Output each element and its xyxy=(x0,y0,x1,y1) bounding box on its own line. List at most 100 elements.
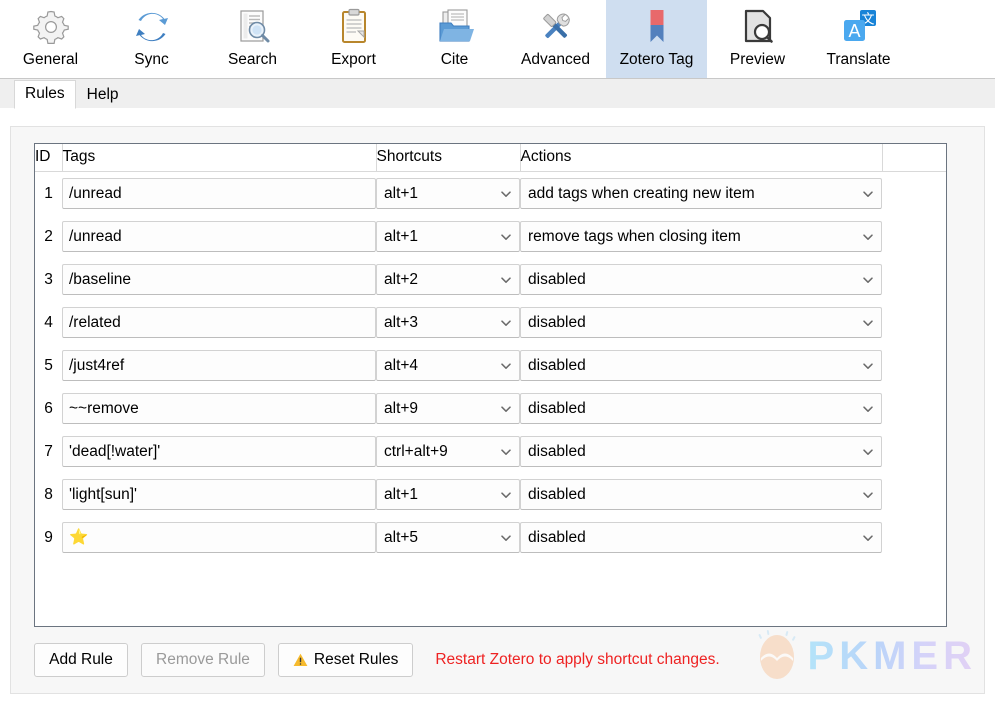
tag-input[interactable] xyxy=(62,307,376,338)
table-row: 1 alt+1 add tags when creating new item xyxy=(35,172,946,216)
rule-id-cell: 6 xyxy=(44,399,53,417)
action-select[interactable]: disabled xyxy=(520,522,882,553)
toolbar-tab-advanced[interactable]: Advanced xyxy=(505,0,606,78)
shortcut-value: alt+1 xyxy=(384,184,419,202)
toolbar-tab-zotero-tag[interactable]: Zotero Tag xyxy=(606,0,707,78)
action-value: disabled xyxy=(528,270,586,288)
rule-id-cell: 8 xyxy=(44,485,53,503)
toolbar-tab-label: Sync xyxy=(134,51,169,68)
table-row: 7 ctrl+alt+9 disabled xyxy=(35,430,946,473)
action-select[interactable]: disabled xyxy=(520,436,882,467)
action-value: remove tags when closing item xyxy=(528,227,741,245)
shortcut-select[interactable]: alt+1 xyxy=(376,221,520,252)
shortcut-select[interactable]: alt+2 xyxy=(376,264,520,295)
rule-id-cell: 4 xyxy=(44,313,53,331)
row-spacer-cell xyxy=(882,215,946,258)
toolbar-tab-cite[interactable]: Cite xyxy=(404,0,505,78)
tools-icon xyxy=(534,5,578,49)
tag-input[interactable] xyxy=(62,264,376,295)
shortcut-select[interactable]: ctrl+alt+9 xyxy=(376,436,520,467)
rule-id-cell: 1 xyxy=(44,184,53,202)
action-select[interactable]: remove tags when closing item xyxy=(520,221,882,252)
restart-warning-text: Restart Zotero to apply shortcut changes… xyxy=(435,651,720,668)
clipboard-icon xyxy=(332,5,376,49)
sync-icon xyxy=(130,5,174,49)
shortcut-value: alt+2 xyxy=(384,270,419,288)
action-value: add tags when creating new item xyxy=(528,184,755,202)
tag-input[interactable] xyxy=(62,178,376,209)
toolbar-tab-label: Search xyxy=(227,51,278,68)
rule-id-cell: 5 xyxy=(44,356,53,374)
toolbar-tab-label: Zotero Tag xyxy=(619,51,694,68)
shortcut-select[interactable]: alt+9 xyxy=(376,393,520,424)
tab-help[interactable]: Help xyxy=(76,81,130,109)
table-row: 3 alt+2 disabled xyxy=(35,258,946,301)
action-select[interactable]: add tags when creating new item xyxy=(520,178,882,209)
shortcut-select[interactable]: alt+1 xyxy=(376,178,520,209)
shortcut-select[interactable]: alt+3 xyxy=(376,307,520,338)
column-header-shortcuts: Shortcuts xyxy=(375,144,520,172)
tag-input[interactable] xyxy=(62,393,376,424)
row-spacer-cell xyxy=(882,473,946,516)
preview-icon xyxy=(736,5,780,49)
toolbar-tab-translate[interactable]: 文 A Translate xyxy=(808,0,909,78)
rules-button-row: Add Rule Remove Rule Reset Rules Restart… xyxy=(34,642,720,678)
preferences-toolbar: General Sync Search Export Cite Advanced… xyxy=(0,0,995,79)
tag-input[interactable] xyxy=(62,522,376,553)
action-select[interactable]: disabled xyxy=(520,393,882,424)
table-row: 9 alt+5 disabled xyxy=(35,516,946,559)
toolbar-tab-export[interactable]: Export xyxy=(303,0,404,78)
action-select[interactable]: disabled xyxy=(520,479,882,510)
toolbar-tab-label: General xyxy=(22,51,79,68)
row-spacer-cell xyxy=(882,516,946,559)
rules-table: ID Tags Shortcuts Actions 1 alt+1 add tags… xyxy=(35,144,946,559)
svg-text:A: A xyxy=(848,21,860,41)
rule-id-cell: 7 xyxy=(44,442,53,460)
toolbar-tab-sync[interactable]: Sync xyxy=(101,0,202,78)
action-value: disabled xyxy=(528,313,586,331)
action-select[interactable]: disabled xyxy=(520,350,882,381)
action-value: disabled xyxy=(528,442,586,460)
shortcut-value: alt+3 xyxy=(384,313,419,331)
add-rule-button[interactable]: Add Rule xyxy=(34,643,128,677)
rule-id-cell: 2 xyxy=(44,227,53,245)
tag-input[interactable] xyxy=(62,350,376,381)
tag-input[interactable] xyxy=(62,479,376,510)
rules-help-tabstrip: Rules Help xyxy=(0,79,995,109)
toolbar-tab-general[interactable]: General xyxy=(0,0,101,78)
table-row: 2 alt+1 remove tags when closing item xyxy=(35,215,946,258)
toolbar-tab-label: Advanced xyxy=(521,51,590,68)
reset-rules-button[interactable]: Reset Rules xyxy=(277,643,414,677)
shortcut-value: ctrl+alt+9 xyxy=(384,442,448,460)
action-value: disabled xyxy=(528,528,586,546)
action-select[interactable]: disabled xyxy=(520,264,882,295)
action-value: disabled xyxy=(528,399,586,417)
table-row: 4 alt+3 disabled xyxy=(35,301,946,344)
shortcut-value: alt+1 xyxy=(384,485,419,503)
tab-rules[interactable]: Rules xyxy=(14,80,76,109)
shortcut-select[interactable]: alt+5 xyxy=(376,522,520,553)
table-row: 8 alt+1 disabled xyxy=(35,473,946,516)
table-row: 5 alt+4 disabled xyxy=(35,344,946,387)
toolbar-tab-search[interactable]: Search xyxy=(202,0,303,78)
row-spacer-cell xyxy=(882,387,946,430)
rule-id-cell: 9 xyxy=(44,528,53,546)
tag-input[interactable] xyxy=(62,436,376,467)
row-spacer-cell xyxy=(882,172,946,216)
column-header-actions: Actions xyxy=(519,144,882,172)
tag-input[interactable] xyxy=(62,221,376,252)
shortcut-select[interactable]: alt+4 xyxy=(376,350,520,381)
action-select[interactable]: disabled xyxy=(520,307,882,338)
shortcut-select[interactable]: alt+1 xyxy=(376,479,520,510)
shortcut-value: alt+1 xyxy=(384,227,419,245)
rule-id-cell: 3 xyxy=(44,270,53,288)
translate-icon: 文 A xyxy=(837,5,881,49)
table-row: 6 alt+9 disabled xyxy=(35,387,946,430)
row-spacer-cell xyxy=(882,344,946,387)
rules-table-container: ID Tags Shortcuts Actions 1 alt+1 add tags… xyxy=(34,143,947,627)
remove-rule-button[interactable]: Remove Rule xyxy=(141,643,265,677)
shortcut-value: alt+4 xyxy=(384,356,419,374)
search-doc-icon xyxy=(231,5,275,49)
toolbar-tab-preview[interactable]: Preview xyxy=(707,0,808,78)
rules-table-body: 1 alt+1 add tags when creating new item 2 al… xyxy=(35,172,946,560)
